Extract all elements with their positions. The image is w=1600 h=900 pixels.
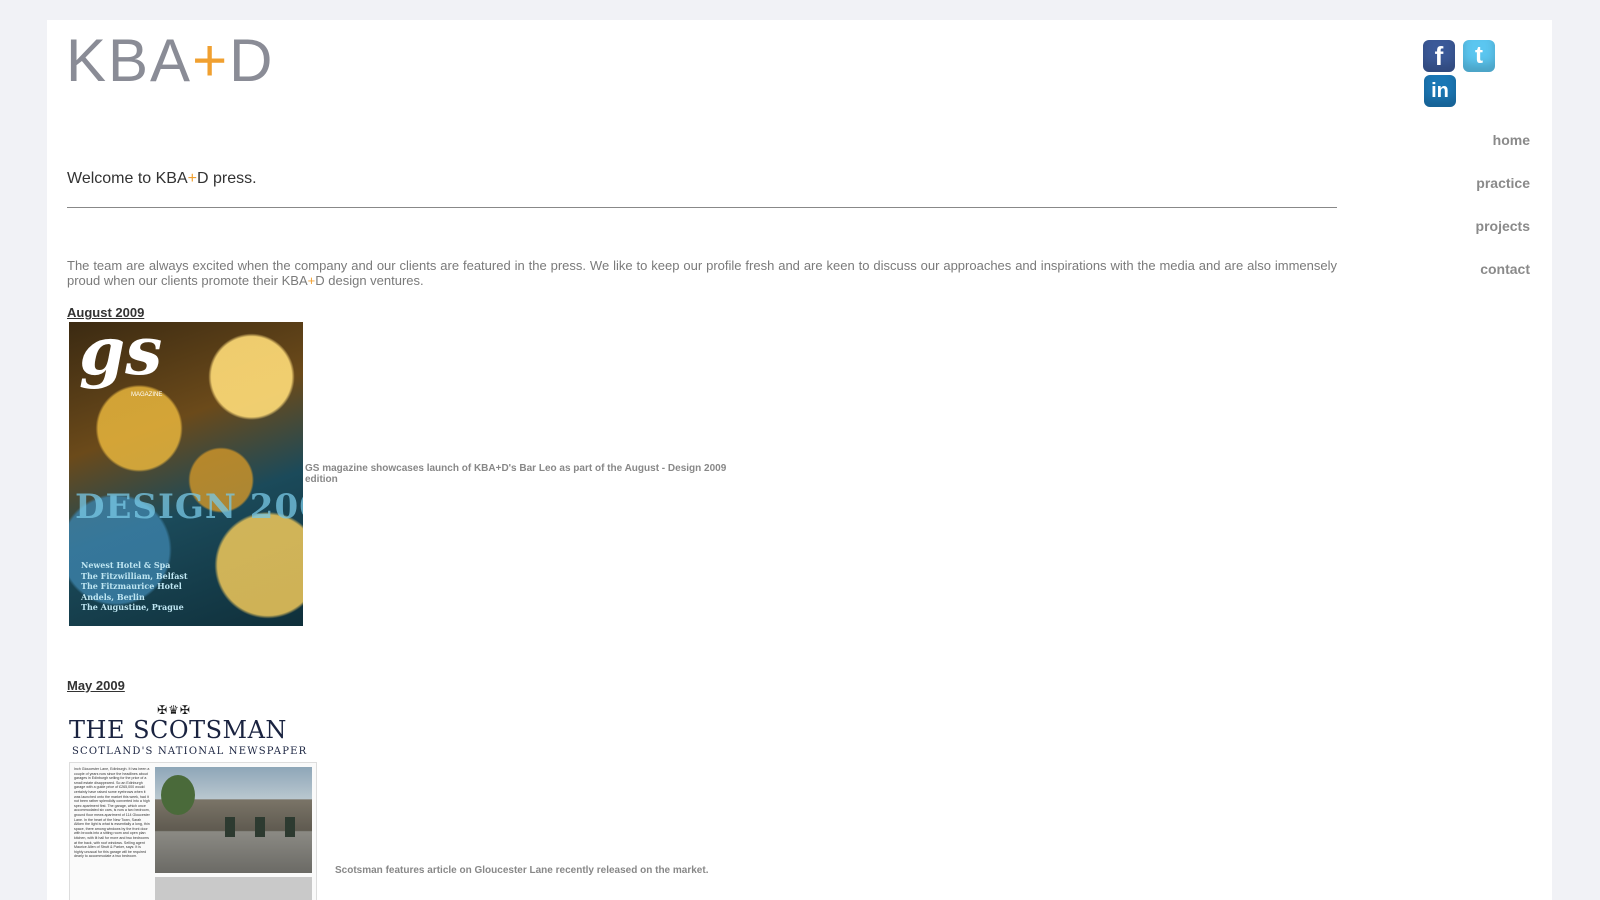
press-date-may-2009[interactable]: May 2009	[67, 678, 125, 693]
page-title: Welcome to KBA+D press.	[67, 170, 257, 188]
nav-contact[interactable]: contact	[1476, 261, 1530, 277]
linkedin-icon[interactable]: in	[1424, 75, 1456, 107]
gs-cover-list-item: The Fitzmaurice Hotel	[81, 581, 182, 591]
logo-text-kba: KBA	[66, 27, 193, 94]
gs-cover-list-item: Andels, Berlin	[81, 591, 145, 602]
nav-practice[interactable]: practice	[1476, 175, 1530, 191]
facebook-icon[interactable]: f	[1423, 40, 1455, 72]
photo-door	[285, 817, 295, 837]
scotsman-clipping[interactable]: Inch Gloucester Lane, Edinburgh. It has …	[69, 762, 317, 900]
intro-text-post: D design ventures.	[315, 273, 424, 288]
gs-cover-list-item: The Augustine, Prague	[81, 602, 184, 612]
photo-door	[225, 817, 235, 837]
divider	[67, 207, 1337, 208]
linkedin-icon-glyph: in	[1431, 79, 1449, 102]
logo-plus: +	[192, 27, 230, 94]
page-title-plus: +	[187, 170, 197, 187]
gs-design-text: DESIGN 2009	[75, 487, 303, 527]
gs-magazine-cover[interactable]: gs MAGAZINE DESIGN 2009 Newest Hotel & S…	[69, 322, 303, 626]
scotsman-title: THE SCOTSMAN	[69, 716, 287, 744]
gs-logo-text: gs	[79, 322, 163, 390]
nav-home[interactable]: home	[1476, 132, 1530, 148]
gs-cover-list: Newest Hotel & Spa The Fitzwilliam, Belf…	[81, 560, 188, 613]
nav-projects[interactable]: projects	[1476, 218, 1530, 234]
facebook-icon-glyph: f	[1434, 40, 1444, 71]
clipping-photo-secondary	[155, 877, 312, 900]
twitter-icon[interactable]: t	[1463, 40, 1495, 72]
gs-sub-text: MAGAZINE	[131, 392, 163, 398]
page-title-pre: Welcome to KBA	[67, 170, 188, 187]
scotsman-subtitle: SCOTLAND'S NATIONAL NEWSPAPER	[72, 746, 308, 757]
clipping-photo	[155, 767, 312, 873]
gs-cover-list-item: The Fitzwilliam, Belfast	[81, 570, 188, 581]
main-nav: home practice projects contact	[1476, 132, 1530, 304]
press-caption-scotsman: Scotsman features article on Gloucester …	[335, 865, 709, 876]
site-logo[interactable]: KBA+D	[66, 28, 274, 94]
press-caption-gs: GS magazine showcases launch of KBA+D's …	[305, 463, 727, 485]
page-title-post: D press.	[196, 170, 257, 187]
twitter-icon-glyph: t	[1475, 42, 1483, 69]
intro-text-pre: The team are always excited when the com…	[67, 258, 1337, 288]
gs-cover-list-item: Newest Hotel & Spa	[81, 560, 171, 570]
clipping-article-text: Inch Gloucester Lane, Edinburgh. It has …	[74, 767, 150, 859]
photo-door	[255, 817, 265, 837]
page-container: KBA+D f t in home practice projects cont…	[47, 20, 1552, 900]
photo-tree	[161, 775, 195, 815]
logo-text-d: D	[229, 27, 275, 94]
press-date-august-2009[interactable]: August 2009	[67, 305, 144, 320]
intro-paragraph: The team are always excited when the com…	[67, 258, 1337, 288]
